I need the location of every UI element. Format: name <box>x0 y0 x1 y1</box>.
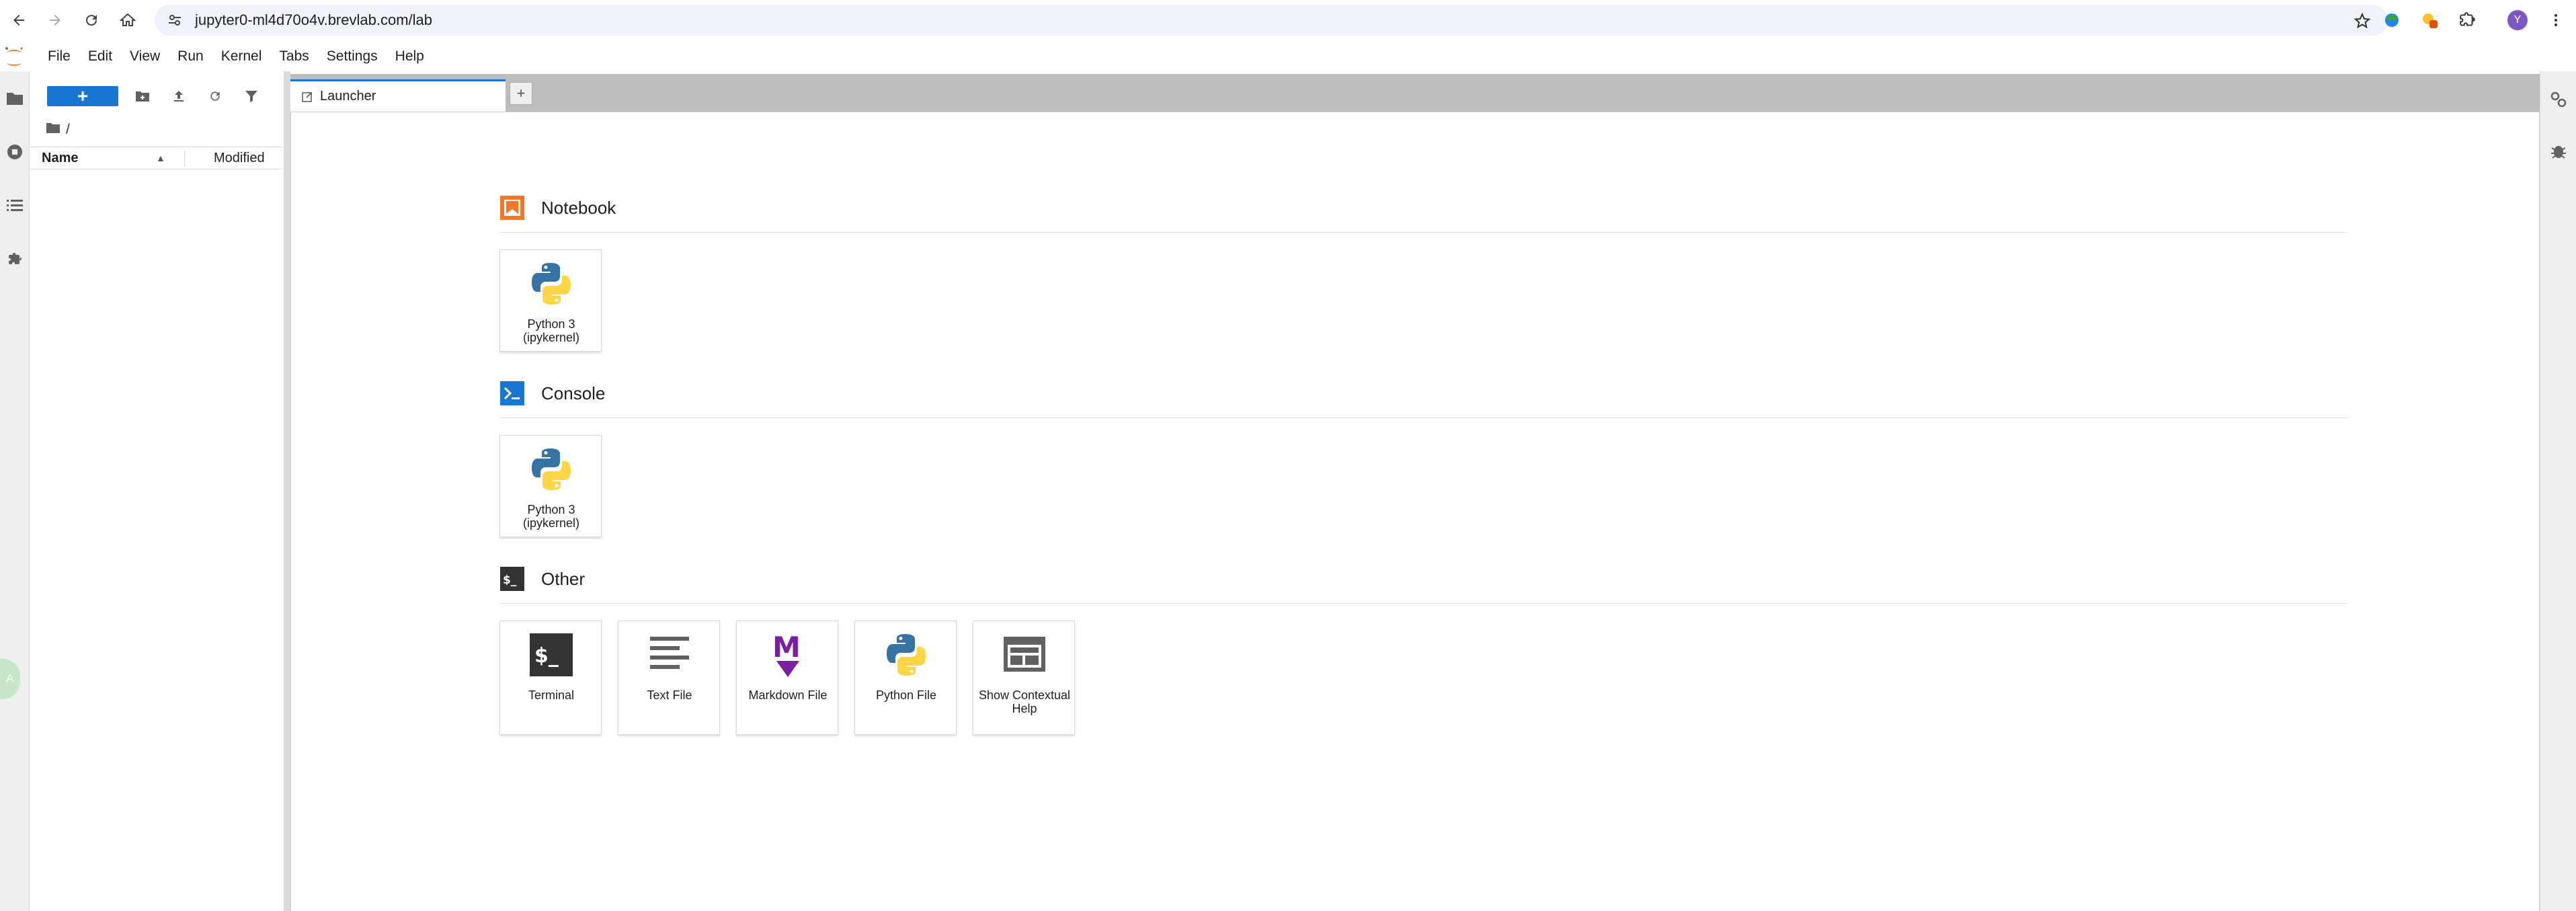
upload-icon[interactable] <box>165 86 192 106</box>
reload-icon[interactable] <box>78 7 105 34</box>
menu-view[interactable]: View <box>121 46 169 67</box>
notebook-section: Notebook Python 3 (ipykernel) <box>499 194 2347 396</box>
breadcrumb-root[interactable]: / <box>66 122 70 138</box>
console-section: Console Python 3 (ipykernel) <box>499 380 2347 582</box>
other-section-title: Other <box>541 568 586 589</box>
menu-run[interactable]: Run <box>169 46 212 67</box>
main-menu: File Edit View Run Kernel Tabs Settings … <box>39 46 433 67</box>
notebook-python3-card[interactable]: Python 3 (ipykernel) <box>499 249 602 352</box>
jupyter-logo-icon <box>4 46 24 70</box>
file-list-header: Name ▲ Modified <box>30 147 284 169</box>
svg-text:$_: $_ <box>503 573 517 587</box>
forward-arrow-icon[interactable] <box>42 7 69 34</box>
extension-manager-icon[interactable] <box>3 247 27 272</box>
menu-edit[interactable]: Edit <box>79 46 121 67</box>
add-tab-button[interactable]: + <box>510 82 532 105</box>
running-sessions-icon[interactable] <box>3 140 27 164</box>
notebook-icon <box>499 195 525 221</box>
tab-launcher-label: Launcher <box>320 89 376 104</box>
launcher-panel: Notebook Python 3 (ipykernel) Console Py… <box>290 112 2540 911</box>
card-label: Show Contextual Help <box>978 688 1071 715</box>
new-launcher-button[interactable]: + <box>47 85 118 106</box>
panel-splitter[interactable] <box>284 71 290 911</box>
column-modified[interactable]: Modified <box>214 151 265 166</box>
card-label: Python File <box>875 688 937 702</box>
extension-icon[interactable] <box>2417 8 2442 32</box>
other-section-header: $_ Other <box>499 565 585 592</box>
python-logo-icon <box>526 258 577 309</box>
python-logo-icon <box>881 629 932 680</box>
home-icon[interactable] <box>114 7 141 34</box>
collaborator-badge[interactable]: A <box>0 659 20 699</box>
markdown-icon: M <box>762 629 813 680</box>
notebook-section-title: Notebook <box>541 197 616 218</box>
contextual-help-card[interactable]: Show Contextual Help <box>973 621 1075 735</box>
property-inspector-icon[interactable] <box>2546 87 2571 112</box>
profile-avatar[interactable]: Y <box>2507 10 2528 30</box>
text-file-icon <box>644 629 695 680</box>
card-label: Python 3 (ipykernel) <box>522 503 580 530</box>
puzzle-icon[interactable] <box>2455 8 2479 32</box>
bookmark-star-icon[interactable] <box>2350 9 2374 33</box>
terminal-card[interactable]: $_ Terminal <box>499 621 602 735</box>
site-settings-icon[interactable] <box>163 8 187 32</box>
terminal-icon: $_ <box>526 629 577 680</box>
url-text[interactable]: jupyter0-ml4d70o4v.brevlab.com/lab <box>195 11 432 29</box>
left-sidebar-rail: A <box>0 71 30 911</box>
main-dock-area: Launcher + Notebook Python 3 (ipykernel) <box>290 71 2540 911</box>
svg-text:M: M <box>772 631 801 664</box>
tab-launcher[interactable]: Launcher <box>290 79 506 112</box>
more-vert-icon[interactable] <box>2544 8 2568 32</box>
card-label: Python 3 (ipykernel) <box>522 317 580 344</box>
card-label: Terminal <box>528 688 575 702</box>
python-logo-icon <box>526 444 577 495</box>
tab-bar: Launcher + <box>290 74 2540 112</box>
folder-icon[interactable] <box>46 122 61 138</box>
console-python3-card[interactable]: Python 3 (ipykernel) <box>499 435 602 537</box>
other-section: $_ Other $_ Terminal Text File M Markdow… <box>499 565 2347 781</box>
folder-icon[interactable] <box>3 86 27 110</box>
debugger-bug-icon[interactable] <box>2546 138 2571 163</box>
right-sidebar-rail <box>2540 71 2576 911</box>
menu-kernel[interactable]: Kernel <box>212 46 271 67</box>
menu-file[interactable]: File <box>39 46 79 67</box>
contextual-help-icon <box>999 629 1050 680</box>
menu-help[interactable]: Help <box>387 46 433 67</box>
launch-icon <box>300 89 315 104</box>
section-divider <box>499 603 2347 604</box>
address-bar[interactable]: jupyter0-ml4d70o4v.brevlab.com/lab <box>155 5 2388 36</box>
refresh-icon[interactable] <box>202 86 229 106</box>
markdown-file-card[interactable]: M Markdown File <box>736 621 838 735</box>
breadcrumb: / <box>46 120 70 140</box>
browser-toolbar: jupyter0-ml4d70o4v.brevlab.com/lab Y <box>0 0 2576 40</box>
console-icon <box>499 381 525 406</box>
extension-icon[interactable] <box>2380 8 2404 32</box>
python-file-card[interactable]: Python File <box>854 621 957 735</box>
card-label: Markdown File <box>748 688 828 702</box>
file-browser-panel: + / Name ▲ Modified <box>30 71 284 911</box>
svg-text:$_: $_ <box>534 644 559 668</box>
filter-icon[interactable] <box>238 86 265 106</box>
card-label: Text File <box>647 688 692 702</box>
menu-settings[interactable]: Settings <box>318 46 387 67</box>
new-folder-icon[interactable] <box>129 86 156 106</box>
section-divider <box>499 232 2347 233</box>
column-name[interactable]: Name <box>42 151 78 166</box>
text-file-card[interactable]: Text File <box>618 621 720 735</box>
table-of-contents-icon[interactable] <box>3 194 27 218</box>
console-section-header: Console <box>499 380 605 407</box>
menu-tabs[interactable]: Tabs <box>270 46 317 67</box>
notebook-section-header: Notebook <box>499 194 616 221</box>
sort-up-icon[interactable]: ▲ <box>156 153 165 163</box>
terminal-section-icon: $_ <box>499 566 525 592</box>
console-section-title: Console <box>541 383 606 403</box>
column-divider[interactable] <box>184 151 185 166</box>
back-arrow-icon[interactable] <box>5 7 32 34</box>
